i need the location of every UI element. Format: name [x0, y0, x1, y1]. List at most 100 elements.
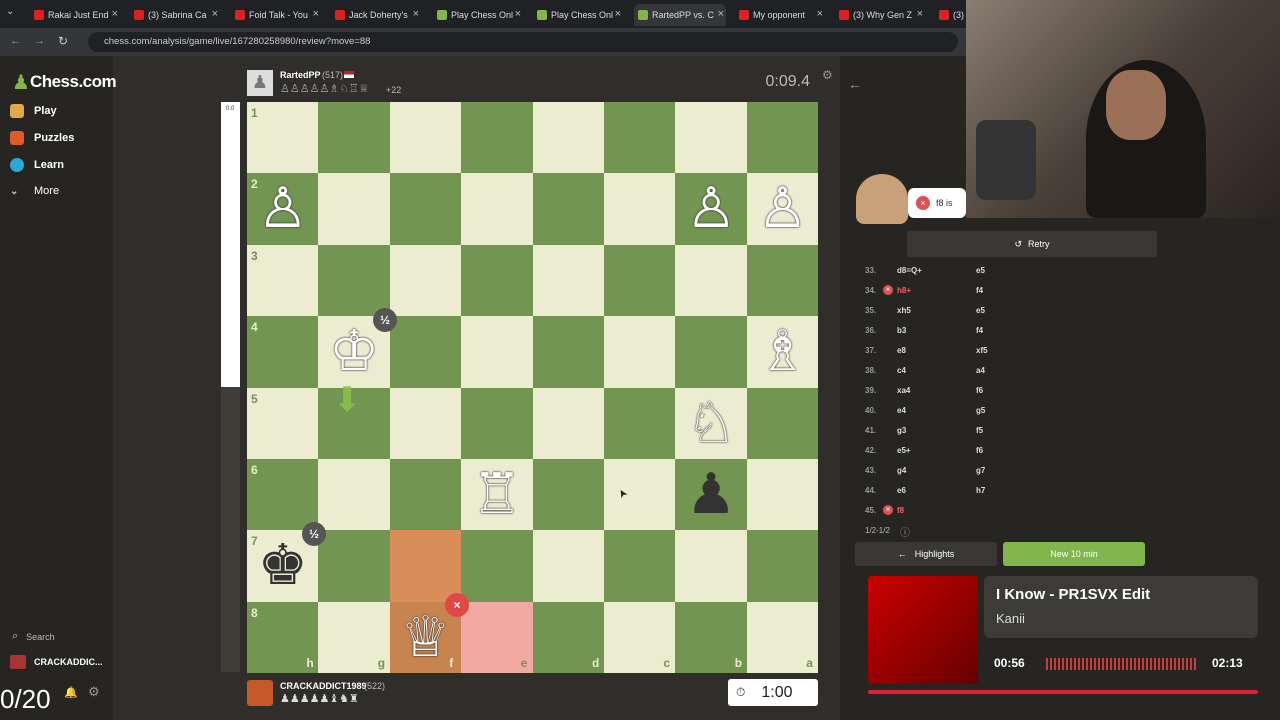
board-square[interactable] [675, 244, 747, 317]
search-button[interactable]: ⌕ Search [12, 630, 55, 643]
white-move[interactable]: e4 [897, 406, 906, 415]
white-knight[interactable]: ♘ [675, 388, 746, 459]
board-square[interactable] [604, 316, 676, 388]
board-square[interactable] [318, 244, 390, 317]
board-square[interactable] [389, 244, 462, 317]
forward-icon[interactable]: → [34, 35, 45, 47]
white-move[interactable]: c4 [897, 366, 906, 375]
board-square[interactable] [389, 173, 462, 245]
black-move[interactable]: f5 [976, 426, 983, 435]
black-move[interactable]: g7 [976, 466, 985, 475]
top-player-name[interactable]: RartedPP [280, 70, 321, 80]
board-square[interactable] [532, 387, 604, 459]
board-square[interactable] [604, 387, 676, 459]
black-move[interactable]: e5 [976, 306, 985, 315]
retry-button[interactable]: ↺ Retry [907, 231, 1157, 257]
board-square[interactable] [746, 102, 819, 174]
black-move[interactable]: g5 [976, 406, 985, 415]
progress-track[interactable] [868, 690, 1258, 694]
bell-icon[interactable]: 🔔 [64, 686, 78, 699]
browser-tab-active[interactable]: RartedPP vs. C × [634, 4, 726, 26]
board-square[interactable] [532, 316, 604, 388]
board-square[interactable] [461, 530, 533, 602]
board-square[interactable] [604, 102, 676, 174]
black-move[interactable]: h7 [976, 486, 985, 495]
close-icon[interactable]: × [917, 8, 923, 20]
board-square[interactable] [461, 102, 533, 174]
board-square[interactable] [746, 459, 819, 531]
board-square[interactable] [461, 173, 533, 245]
black-move[interactable]: f4 [976, 326, 983, 335]
black-move[interactable]: a4 [976, 366, 985, 375]
board-square[interactable] [746, 244, 819, 317]
tab-menu-chevron-icon[interactable]: ⌄ [6, 6, 14, 17]
black-move[interactable]: e5 [976, 266, 985, 275]
new-game-button[interactable]: New 10 min [1003, 542, 1145, 566]
white-move[interactable]: e6 [897, 486, 906, 495]
close-icon[interactable]: × [313, 8, 319, 20]
board-square[interactable] [318, 530, 390, 602]
close-icon[interactable]: × [817, 8, 823, 20]
board-square[interactable] [532, 173, 604, 245]
board-square[interactable] [604, 173, 676, 245]
sidebar-item-learn[interactable]: Learn [10, 158, 64, 172]
info-icon[interactable]: ⓘ [900, 524, 910, 539]
white-move[interactable]: xa4 [897, 386, 910, 395]
board-square[interactable] [746, 387, 819, 459]
white-move[interactable]: b3 [897, 326, 906, 335]
close-icon[interactable]: × [615, 8, 621, 20]
white-pawn[interactable]: ♙ [247, 173, 318, 244]
close-icon[interactable]: × [413, 8, 419, 20]
white-move[interactable]: h8+ [897, 286, 911, 295]
board-square[interactable] [604, 244, 676, 317]
sidebar-item-more[interactable]: ⌄ More [10, 185, 59, 197]
board-square[interactable] [746, 530, 819, 602]
back-arrow-icon[interactable]: ← [848, 76, 862, 92]
board-square[interactable] [389, 102, 462, 174]
board-square[interactable] [318, 173, 390, 245]
white-move[interactable]: xh5 [897, 306, 911, 315]
board-square[interactable] [389, 530, 462, 602]
close-icon[interactable]: × [718, 8, 724, 20]
settings-icon[interactable]: ⚙ [88, 684, 100, 700]
logo[interactable]: ♟ Chess.com [12, 70, 117, 94]
close-icon[interactable]: × [212, 8, 218, 20]
url-input[interactable]: chess.com/analysis/game/live/16728025898… [88, 32, 958, 52]
browser-tab[interactable]: Rakai Just End × [34, 4, 120, 26]
browser-tab[interactable]: Play Chess Onl × [437, 4, 523, 26]
board-square[interactable] [604, 459, 676, 531]
bottom-player-name[interactable]: CRACKADDICT1989 [280, 681, 367, 691]
board-square[interactable] [389, 459, 462, 531]
board-square[interactable] [675, 102, 747, 174]
close-icon[interactable]: × [112, 8, 118, 20]
back-icon[interactable]: ← [10, 35, 21, 47]
black-move[interactable]: f6 [976, 386, 983, 395]
close-icon[interactable]: × [515, 8, 521, 20]
browser-tab[interactable]: Play Chess Onl × [537, 4, 623, 26]
board-square[interactable] [675, 316, 747, 388]
white-pawn[interactable]: ♙ [747, 173, 818, 244]
board-square[interactable] [532, 459, 604, 531]
board-square[interactable] [604, 530, 676, 602]
black-move[interactable]: xf5 [976, 346, 988, 355]
reload-icon[interactable]: ↻ [58, 34, 68, 48]
sidebar-item-puzzles[interactable]: Puzzles [10, 131, 74, 145]
browser-tab[interactable]: Foid Talk - You × [235, 4, 321, 26]
board-square[interactable] [532, 244, 604, 317]
white-bishop[interactable]: ♗ [747, 316, 818, 387]
highlights-button[interactable]: ← Highlights [855, 542, 997, 566]
board-square[interactable] [461, 387, 533, 459]
browser-tab[interactable]: My opponent × [739, 4, 825, 26]
white-move[interactable]: g3 [897, 426, 906, 435]
white-move[interactable]: g4 [897, 466, 906, 475]
white-pawn[interactable]: ♙ [675, 173, 746, 244]
black-move[interactable]: f6 [976, 446, 983, 455]
board-square[interactable] [675, 530, 747, 602]
chess-board[interactable]: 1 2 3 4 5 6 7 8 h g f e d c b a ♙ ♙ ♙ ♔ ♗ ♘ ♖ ♟ ♚ ♕ ½ ½ × ⬇ ➤ [247, 102, 819, 674]
board-square[interactable] [461, 244, 533, 317]
browser-tab[interactable]: (3) Sabrina Ca × [134, 4, 220, 26]
board-square[interactable] [461, 316, 533, 388]
board-square[interactable] [532, 530, 604, 602]
avatar[interactable] [247, 680, 273, 706]
board-square[interactable] [389, 387, 462, 459]
